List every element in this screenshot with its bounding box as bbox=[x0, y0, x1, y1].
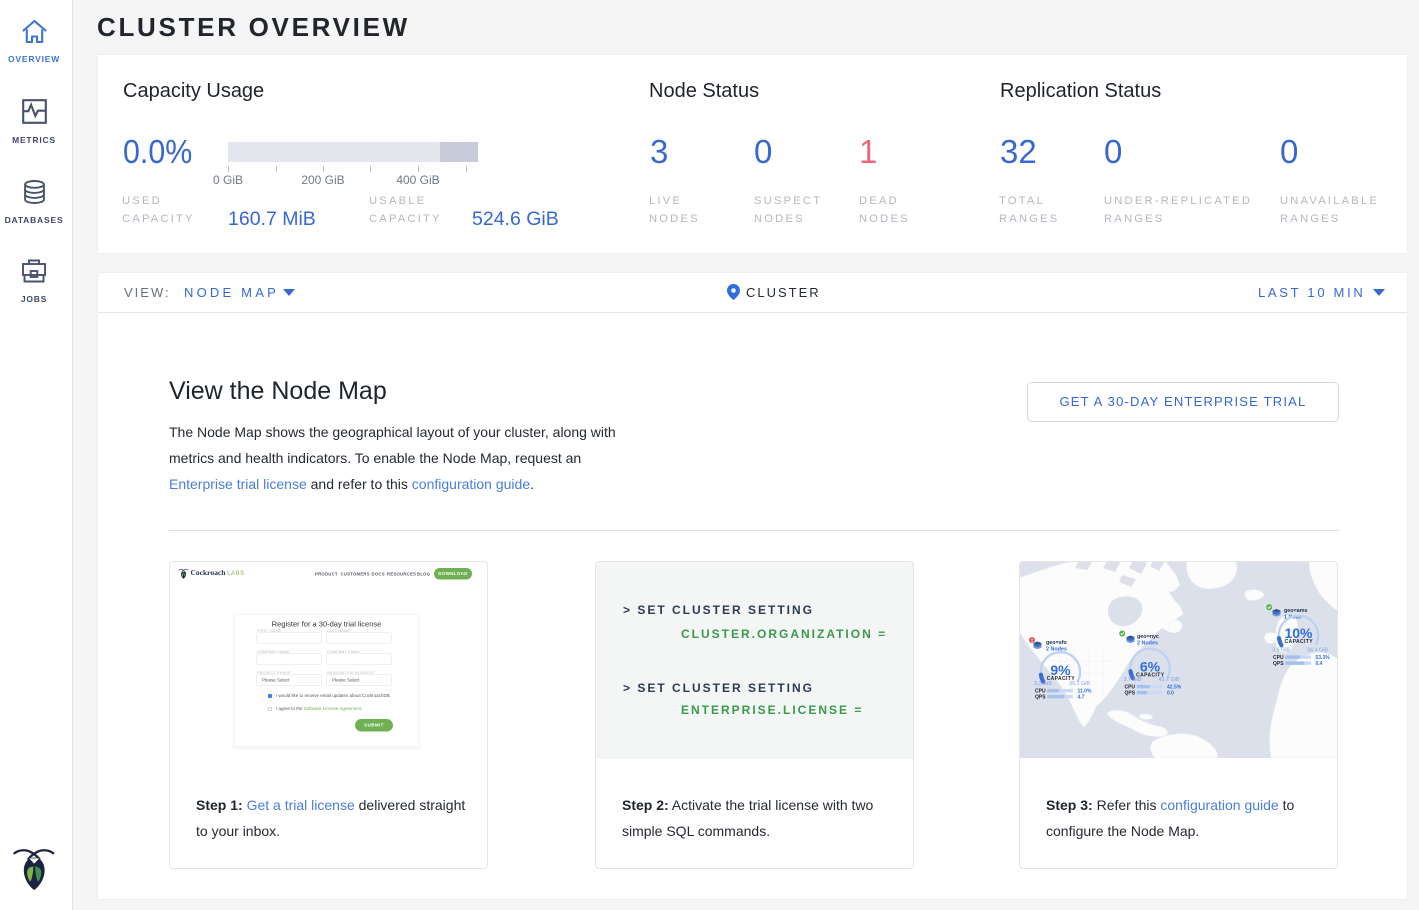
svg-text:geo=ams: geo=ams bbox=[1284, 608, 1308, 614]
svg-text:35.1 GiB: 35.1 GiB bbox=[1069, 681, 1090, 687]
svg-text:QPS: QPS bbox=[1125, 690, 1136, 696]
svg-text:4.7: 4.7 bbox=[1078, 694, 1085, 700]
svg-text:geo=sfo: geo=sfo bbox=[1046, 640, 1068, 646]
svg-text:QPS: QPS bbox=[1273, 661, 1284, 667]
svg-text:34.4 GiB: 34.4 GiB bbox=[1307, 648, 1328, 654]
svg-text:2 Nodes: 2 Nodes bbox=[1137, 641, 1158, 647]
svg-text:0.4: 0.4 bbox=[1316, 661, 1323, 667]
svg-text:3.7 GiB: 3.7 GiB bbox=[1124, 677, 1142, 683]
svg-text:QPS: QPS bbox=[1035, 694, 1046, 700]
svg-text:0.0: 0.0 bbox=[1167, 690, 1174, 696]
svg-text:3.2 GiB: 3.2 GiB bbox=[1034, 681, 1052, 687]
svg-text:geo=nyc: geo=nyc bbox=[1137, 634, 1159, 640]
svg-text:CAPACITY: CAPACITY bbox=[1285, 639, 1314, 645]
svg-text:3.6 GiB: 3.6 GiB bbox=[1272, 648, 1290, 654]
svg-text:43.7 GiB: 43.7 GiB bbox=[1159, 677, 1180, 683]
